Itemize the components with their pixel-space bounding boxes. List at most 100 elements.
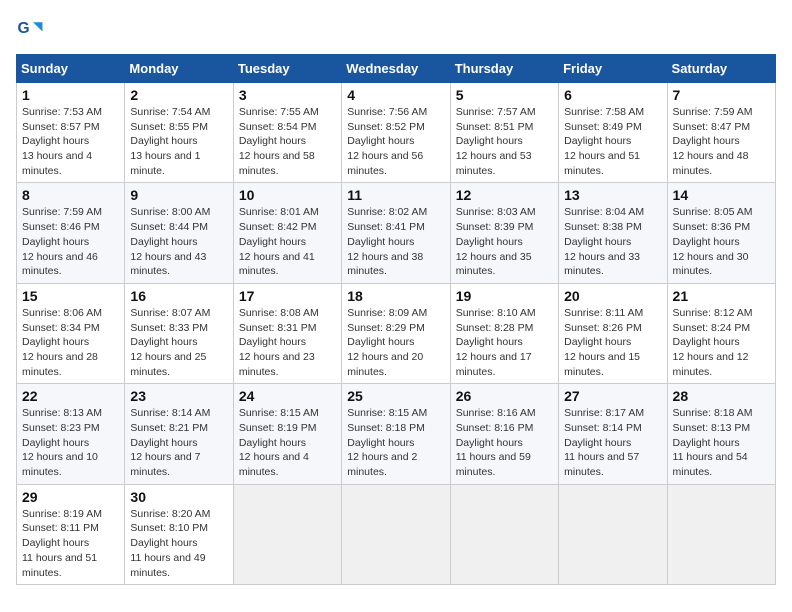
header-day-friday: Friday <box>559 55 667 83</box>
calendar-cell <box>667 484 775 584</box>
calendar-table: SundayMondayTuesdayWednesdayThursdayFrid… <box>16 54 776 585</box>
day-info: Sunrise: 7:59 AMSunset: 8:46 PMDaylight … <box>22 205 119 278</box>
calendar-week-row: 8 Sunrise: 7:59 AMSunset: 8:46 PMDaylight… <box>17 183 776 283</box>
day-number: 26 <box>456 388 553 404</box>
calendar-cell: 1 Sunrise: 7:53 AMSunset: 8:57 PMDaylight… <box>17 83 125 183</box>
day-number: 12 <box>456 187 553 203</box>
day-number: 6 <box>564 87 661 103</box>
calendar-cell: 6 Sunrise: 7:58 AMSunset: 8:49 PMDaylight… <box>559 83 667 183</box>
calendar-cell: 5 Sunrise: 7:57 AMSunset: 8:51 PMDaylight… <box>450 83 558 183</box>
calendar-cell: 28Sunrise: 8:18 AMSunset: 8:13 PMDayligh… <box>667 384 775 484</box>
day-info: Sunrise: 8:05 AMSunset: 8:36 PMDaylight … <box>673 205 770 278</box>
calendar-week-row: 29 Sunrise: 8:19 AMSunset: 8:11 PMDayligh… <box>17 484 776 584</box>
day-info: Sunrise: 8:11 AMSunset: 8:26 PMDaylight … <box>564 306 661 379</box>
day-info: Sunrise: 7:59 AMSunset: 8:47 PMDaylight … <box>673 105 770 178</box>
header-day-saturday: Saturday <box>667 55 775 83</box>
day-info: Sunrise: 8:09 AMSunset: 8:29 PMDaylight … <box>347 306 444 379</box>
header-day-monday: Monday <box>125 55 233 83</box>
day-info: Sunrise: 8:14 AMSunset: 8:21 PMDaylight … <box>130 406 227 479</box>
day-number: 14 <box>673 187 770 203</box>
calendar-cell: 16 Sunrise: 8:07 AMSunset: 8:33 PMDayligh… <box>125 283 233 383</box>
logo: G <box>16 16 48 44</box>
calendar-cell <box>559 484 667 584</box>
logo-icon: G <box>16 16 44 44</box>
day-info: Sunrise: 7:55 AMSunset: 8:54 PMDaylight … <box>239 105 336 178</box>
day-info: Sunrise: 8:02 AMSunset: 8:41 PMDaylight … <box>347 205 444 278</box>
day-info: Sunrise: 8:04 AMSunset: 8:38 PMDaylight … <box>564 205 661 278</box>
header-day-wednesday: Wednesday <box>342 55 450 83</box>
day-info: Sunrise: 8:10 AMSunset: 8:28 PMDaylight … <box>456 306 553 379</box>
calendar-cell: 25 Sunrise: 8:15 AMSunset: 8:18 PMDayligh… <box>342 384 450 484</box>
day-number: 21 <box>673 288 770 304</box>
day-info: Sunrise: 8:12 AMSunset: 8:24 PMDaylight … <box>673 306 770 379</box>
day-number: 16 <box>130 288 227 304</box>
day-number: 27 <box>564 388 661 404</box>
day-info: Sunrise: 7:57 AMSunset: 8:51 PMDaylight … <box>456 105 553 178</box>
day-number: 29 <box>22 489 119 505</box>
day-number: 9 <box>130 187 227 203</box>
day-info: Sunrise: 7:56 AMSunset: 8:52 PMDaylight … <box>347 105 444 178</box>
calendar-cell: 24Sunrise: 8:15 AMSunset: 8:19 PMDayligh… <box>233 384 341 484</box>
calendar-cell <box>450 484 558 584</box>
day-number: 1 <box>22 87 119 103</box>
calendar-cell: 26 Sunrise: 8:16 AMSunset: 8:16 PMDayligh… <box>450 384 558 484</box>
day-number: 11 <box>347 187 444 203</box>
calendar-cell: 7 Sunrise: 7:59 AMSunset: 8:47 PMDaylight… <box>667 83 775 183</box>
day-info: Sunrise: 8:08 AMSunset: 8:31 PMDaylight … <box>239 306 336 379</box>
day-info: Sunrise: 7:58 AMSunset: 8:49 PMDaylight … <box>564 105 661 178</box>
calendar-cell: 17Sunrise: 8:08 AMSunset: 8:31 PMDayligh… <box>233 283 341 383</box>
day-number: 19 <box>456 288 553 304</box>
calendar-cell: 3 Sunrise: 7:55 AMSunset: 8:54 PMDaylight… <box>233 83 341 183</box>
calendar-cell <box>233 484 341 584</box>
header-day-sunday: Sunday <box>17 55 125 83</box>
day-number: 7 <box>673 87 770 103</box>
day-info: Sunrise: 8:19 AMSunset: 8:11 PMDaylight … <box>22 507 119 580</box>
day-number: 5 <box>456 87 553 103</box>
calendar-cell <box>342 484 450 584</box>
day-number: 13 <box>564 187 661 203</box>
calendar-week-row: 22Sunrise: 8:13 AMSunset: 8:23 PMDayligh… <box>17 384 776 484</box>
day-number: 18 <box>347 288 444 304</box>
day-number: 25 <box>347 388 444 404</box>
day-number: 30 <box>130 489 227 505</box>
calendar-cell: 13 Sunrise: 8:04 AMSunset: 8:38 PMDayligh… <box>559 183 667 283</box>
calendar-cell: 4Sunrise: 7:56 AMSunset: 8:52 PMDaylight… <box>342 83 450 183</box>
calendar-cell: 20 Sunrise: 8:11 AMSunset: 8:26 PMDayligh… <box>559 283 667 383</box>
day-info: Sunrise: 8:15 AMSunset: 8:19 PMDaylight … <box>239 406 336 479</box>
header-day-tuesday: Tuesday <box>233 55 341 83</box>
calendar-cell: 14 Sunrise: 8:05 AMSunset: 8:36 PMDayligh… <box>667 183 775 283</box>
calendar-cell: 21 Sunrise: 8:12 AMSunset: 8:24 PMDayligh… <box>667 283 775 383</box>
day-number: 2 <box>130 87 227 103</box>
day-info: Sunrise: 8:15 AMSunset: 8:18 PMDaylight … <box>347 406 444 479</box>
day-info: Sunrise: 8:06 AMSunset: 8:34 PMDaylight … <box>22 306 119 379</box>
day-info: Sunrise: 8:16 AMSunset: 8:16 PMDaylight … <box>456 406 553 479</box>
calendar-cell: 10Sunrise: 8:01 AMSunset: 8:42 PMDayligh… <box>233 183 341 283</box>
calendar-cell: 11 Sunrise: 8:02 AMSunset: 8:41 PMDayligh… <box>342 183 450 283</box>
day-info: Sunrise: 8:00 AMSunset: 8:44 PMDaylight … <box>130 205 227 278</box>
day-info: Sunrise: 8:20 AMSunset: 8:10 PMDaylight … <box>130 507 227 580</box>
calendar-cell: 22Sunrise: 8:13 AMSunset: 8:23 PMDayligh… <box>17 384 125 484</box>
calendar-cell: 8 Sunrise: 7:59 AMSunset: 8:46 PMDaylight… <box>17 183 125 283</box>
day-info: Sunrise: 8:03 AMSunset: 8:39 PMDaylight … <box>456 205 553 278</box>
header-day-thursday: Thursday <box>450 55 558 83</box>
calendar-cell: 30 Sunrise: 8:20 AMSunset: 8:10 PMDayligh… <box>125 484 233 584</box>
calendar-week-row: 1 Sunrise: 7:53 AMSunset: 8:57 PMDaylight… <box>17 83 776 183</box>
calendar-cell: 12 Sunrise: 8:03 AMSunset: 8:39 PMDayligh… <box>450 183 558 283</box>
day-number: 3 <box>239 87 336 103</box>
calendar-cell: 27Sunrise: 8:17 AMSunset: 8:14 PMDayligh… <box>559 384 667 484</box>
day-number: 20 <box>564 288 661 304</box>
svg-text:G: G <box>18 20 30 37</box>
calendar-cell: 18 Sunrise: 8:09 AMSunset: 8:29 PMDayligh… <box>342 283 450 383</box>
calendar-cell: 9 Sunrise: 8:00 AMSunset: 8:44 PMDaylight… <box>125 183 233 283</box>
calendar-week-row: 15Sunrise: 8:06 AMSunset: 8:34 PMDayligh… <box>17 283 776 383</box>
day-info: Sunrise: 8:18 AMSunset: 8:13 PMDaylight … <box>673 406 770 479</box>
day-info: Sunrise: 7:53 AMSunset: 8:57 PMDaylight … <box>22 105 119 178</box>
calendar-cell: 15Sunrise: 8:06 AMSunset: 8:34 PMDayligh… <box>17 283 125 383</box>
page-header: G <box>16 16 776 44</box>
day-number: 8 <box>22 187 119 203</box>
calendar-cell: 29 Sunrise: 8:19 AMSunset: 8:11 PMDayligh… <box>17 484 125 584</box>
day-info: Sunrise: 8:07 AMSunset: 8:33 PMDaylight … <box>130 306 227 379</box>
day-number: 10 <box>239 187 336 203</box>
day-number: 23 <box>130 388 227 404</box>
calendar-cell: 23 Sunrise: 8:14 AMSunset: 8:21 PMDayligh… <box>125 384 233 484</box>
